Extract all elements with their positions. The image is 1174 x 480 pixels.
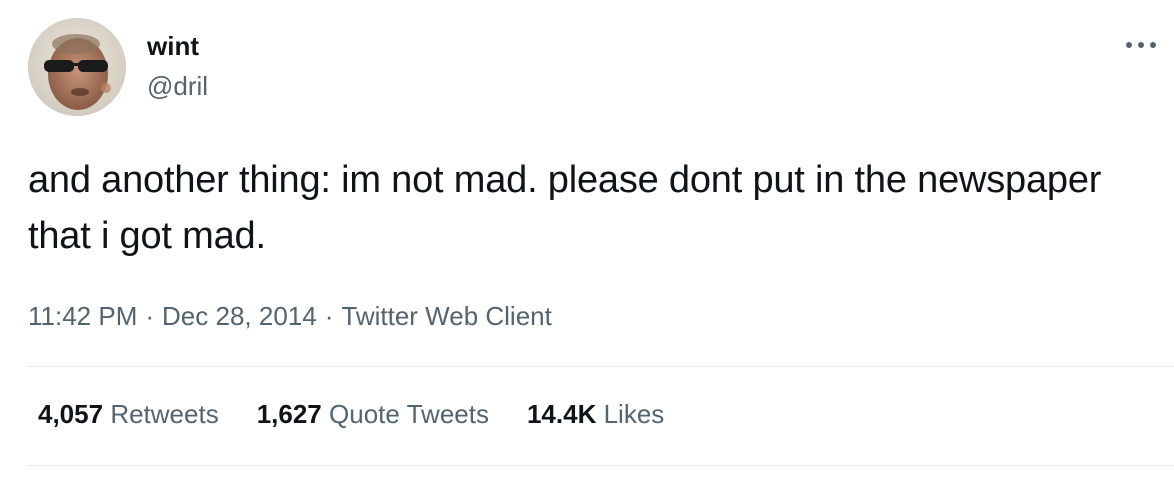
likes-stat[interactable]: 14.4K Likes [527,396,664,432]
likes-label: Likes [603,399,665,429]
tweet-date[interactable]: Dec 28, 2014 [162,301,317,331]
divider [28,465,1174,466]
avatar[interactable] [28,18,126,116]
more-options-icon [1126,42,1156,48]
tweet-card: wint @dril and another thing: im not mad… [0,0,1174,480]
quote-tweets-label: Quote Tweets [329,399,489,429]
quote-tweets-stat[interactable]: 1,627 Quote Tweets [257,396,489,432]
more-options-button[interactable] [1121,33,1161,57]
author-display-name[interactable]: wint [147,30,199,62]
quote-tweets-count: 1,627 [256,399,322,429]
tweet-metadata: 11:42 PM · Dec 28, 2014 · Twitter Web Client [28,298,552,334]
tweet-source[interactable]: Twitter Web Client [341,301,551,331]
tweet-text: and another thing: im not mad. please do… [28,159,1102,257]
retweets-count: 4,057 [38,399,104,429]
retweets-stat[interactable]: 4,057 Retweets [38,396,219,432]
author-handle[interactable]: @dril [147,70,208,102]
avatar-image [28,18,126,116]
tweet-stats: 4,057 Retweets 1,627 Quote Tweets 14.4K Li… [38,396,702,432]
meta-separator: · [324,301,334,331]
tweet-time[interactable]: 11:42 PM [28,301,137,331]
meta-separator: · [145,301,155,331]
divider [28,366,1174,367]
likes-count: 14.4K [526,399,597,429]
retweets-label: Retweets [110,399,219,429]
